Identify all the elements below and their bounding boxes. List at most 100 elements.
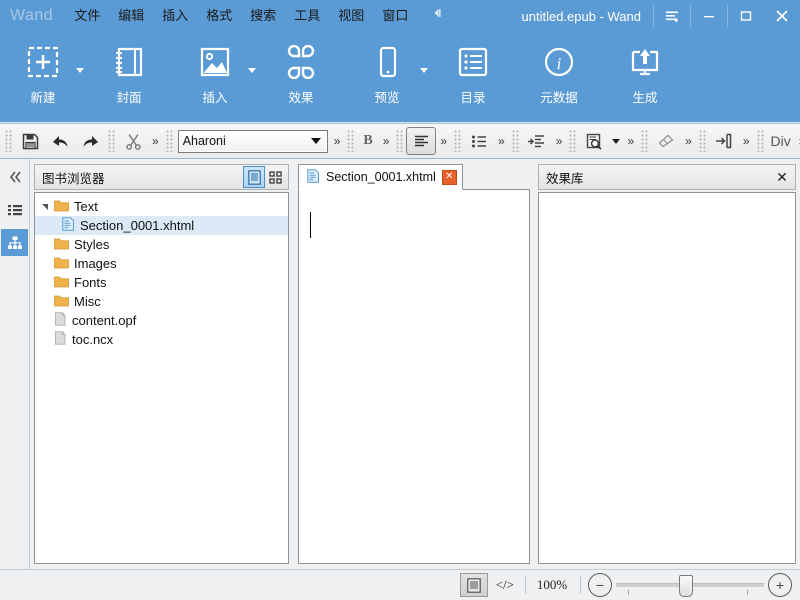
redo-button[interactable] [75, 127, 105, 155]
code-view-button[interactable]: </> [488, 577, 522, 593]
grid-view-icon[interactable] [265, 167, 285, 187]
insert-dropdown-caret[interactable] [248, 68, 256, 73]
insert-tag-button[interactable] [709, 127, 739, 155]
toolbar-grip-5[interactable] [396, 130, 403, 152]
toolbar-grip-4[interactable] [347, 130, 354, 152]
toolbar-grip-2[interactable] [108, 130, 115, 152]
menu-view[interactable]: 视图 [329, 0, 373, 32]
collapse-panel-button[interactable] [1, 163, 28, 190]
build-export-icon [628, 40, 662, 84]
ribbon-label-insert: 插入 [202, 87, 227, 106]
flat-view-icon[interactable] [243, 166, 265, 188]
toolbar-grip-1[interactable] [5, 130, 12, 152]
ribbon-button-metadata[interactable]: i 元数据 [516, 32, 602, 124]
svg-text:i: i [557, 54, 562, 73]
toolbar-grip-8[interactable] [569, 130, 576, 152]
close-tab-icon[interactable]: ✕ [442, 170, 457, 185]
ribbon-button-preview[interactable]: 预览 [344, 32, 430, 124]
close-window-button[interactable] [764, 0, 800, 32]
indent-button[interactable] [522, 127, 552, 155]
zoom-slider-thumb[interactable] [679, 575, 693, 597]
app-brand-label: Wand [0, 7, 65, 25]
tag-overflow-chevron[interactable]: » [739, 134, 754, 148]
font-overflow-chevron[interactable]: » [330, 134, 345, 148]
tree-item-fonts[interactable]: Fonts [35, 273, 288, 292]
find-dropdown-caret[interactable] [612, 139, 620, 144]
page-view-toggle-button[interactable] [460, 573, 488, 597]
ribbon-button-cover[interactable]: 封面 [86, 32, 172, 124]
eraser-overflow-chevron[interactable]: » [681, 134, 696, 148]
tree-item-section-0001[interactable]: Section_0001.xhtml [35, 216, 288, 235]
eraser-button[interactable] [651, 127, 681, 155]
effects-library-header: 效果库 ✕ [538, 164, 796, 190]
toolbar-grip-11[interactable] [757, 130, 764, 152]
toolbar-grip-3[interactable] [166, 130, 173, 152]
find-replace-button[interactable] [579, 127, 609, 155]
ribbon-label-effects: 效果 [288, 87, 313, 106]
minimize-button[interactable] [691, 0, 727, 32]
div-tag-button[interactable]: Div [767, 133, 795, 149]
xhtml-file-icon [62, 217, 75, 234]
close-effects-panel-icon[interactable]: ✕ [772, 169, 792, 186]
menu-insert[interactable]: 插入 [153, 0, 197, 32]
tree-item-images[interactable]: Images [35, 254, 288, 273]
ribbon-button-new[interactable]: 新建 [0, 32, 86, 124]
tree-item-text[interactable]: Text [35, 197, 288, 216]
tab-section-0001[interactable]: Section_0001.xhtml ✕ [298, 164, 463, 190]
list-view-toggle[interactable] [1, 196, 28, 223]
bullet-list-button[interactable] [464, 127, 494, 155]
menu-file[interactable]: 文件 [65, 0, 109, 32]
tree-view-toggle[interactable] [1, 229, 28, 256]
menu-edit[interactable]: 编辑 [109, 0, 153, 32]
div-overflow-chevron[interactable]: » [795, 134, 800, 148]
format-toolbar: » Aharoni » B » » » [0, 123, 800, 159]
maximize-button[interactable] [728, 0, 764, 32]
code-editor[interactable] [298, 190, 530, 564]
new-dropdown-caret[interactable] [76, 68, 84, 73]
align-overflow-chevron[interactable]: » [436, 134, 451, 148]
toolbar-grip-10[interactable] [699, 130, 706, 152]
left-vertical-strip [0, 159, 30, 569]
tree-item-toc-ncx[interactable]: toc.ncx [35, 330, 288, 349]
list-overflow-chevron[interactable]: » [494, 134, 509, 148]
cut-button[interactable] [118, 127, 148, 155]
ribbon-toolbar: 新建 封面 [0, 32, 800, 123]
toolbar-grip-7[interactable] [512, 130, 519, 152]
book-browser-body[interactable]: Text Section_0001.xhtml [34, 192, 289, 564]
tree-item-misc[interactable]: Misc [35, 292, 288, 311]
menu-format[interactable]: 格式 [197, 0, 241, 32]
ribbon-button-insert[interactable]: 插入 [172, 32, 258, 124]
ribbon-label-preview: 预览 [374, 87, 399, 106]
new-document-icon [25, 40, 61, 84]
indent-overflow-chevron[interactable]: » [552, 134, 567, 148]
ribbon-button-effects[interactable]: 效果 [258, 32, 344, 124]
save-button[interactable] [15, 127, 45, 155]
menu-search[interactable]: 搜索 [241, 0, 285, 32]
ribbon-button-build[interactable]: 生成 [602, 32, 688, 124]
bold-button[interactable]: B [357, 133, 378, 149]
preview-dropdown-caret[interactable] [420, 68, 428, 73]
app-menu-button[interactable] [654, 0, 690, 32]
effects-library-body[interactable] [538, 192, 796, 564]
zoom-slider[interactable] [616, 573, 764, 597]
book-browser-panel: 图书浏览器 [30, 159, 293, 569]
align-left-button[interactable] [406, 127, 436, 155]
toolbar-grip-6[interactable] [454, 130, 461, 152]
menu-collapse-icon[interactable] [417, 0, 451, 32]
menu-tools[interactable]: 工具 [285, 0, 329, 32]
zoom-in-button[interactable]: + [768, 573, 792, 597]
editor-panel: Section_0001.xhtml ✕ [293, 159, 534, 569]
zoom-out-button[interactable]: − [588, 573, 612, 597]
zoom-slider-tick-min [628, 590, 629, 595]
undo-button[interactable] [45, 127, 75, 155]
toolbar-grip-9[interactable] [641, 130, 648, 152]
expand-triangle-icon[interactable] [41, 203, 54, 211]
menu-window[interactable]: 窗口 [373, 0, 417, 32]
cut-overflow-chevron[interactable]: » [148, 134, 163, 148]
font-family-combo[interactable]: Aharoni [178, 130, 328, 153]
tree-item-content-opf[interactable]: content.opf [35, 311, 288, 330]
ribbon-button-toc[interactable]: 目录 [430, 32, 516, 124]
style-overflow-chevron[interactable]: » [379, 134, 394, 148]
tree-item-styles[interactable]: Styles [35, 235, 288, 254]
find-overflow-chevron[interactable]: » [623, 134, 638, 148]
